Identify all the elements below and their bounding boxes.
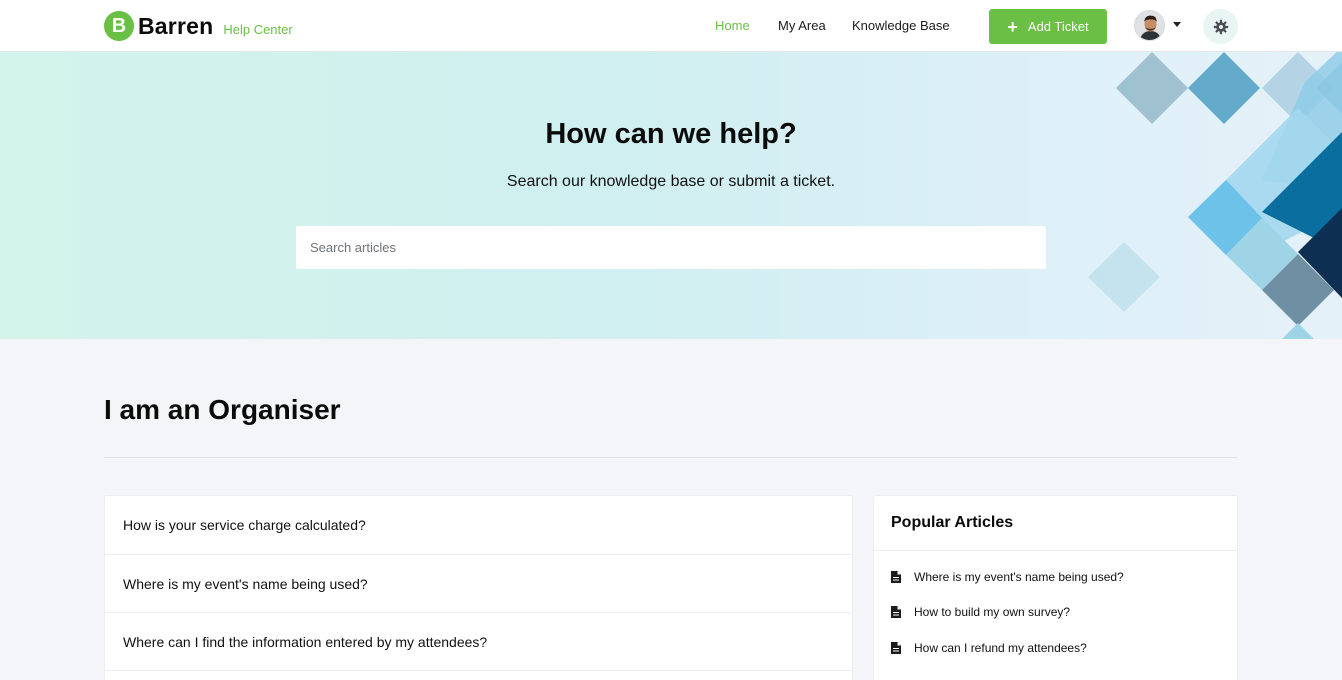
hero-title: How can we help? <box>545 118 797 150</box>
brand-logo[interactable]: B Barren Help Center <box>104 11 293 41</box>
popular-article-link[interactable]: How to build my own survey? <box>891 605 1070 619</box>
add-ticket-button[interactable]: + Add Ticket <box>989 9 1107 44</box>
plus-icon: + <box>1007 16 1018 37</box>
faq-list: How is your service charge calculated? W… <box>104 495 853 680</box>
faq-item[interactable]: Where is my event's name being used? <box>105 555 852 613</box>
document-icon <box>891 642 901 654</box>
logo-badge-icon: B <box>104 11 134 41</box>
popular-divider <box>874 550 1237 551</box>
document-icon <box>891 606 901 618</box>
nav-home[interactable]: Home <box>715 18 750 33</box>
user-avatar[interactable] <box>1134 10 1165 41</box>
popular-articles-card: Popular Articles Where is my event's nam… <box>873 495 1238 680</box>
hero-banner: How can we help? Search our knowledge ba… <box>0 52 1342 339</box>
popular-article-label: How to build my own survey? <box>914 605 1071 619</box>
popular-article-link[interactable]: How can I refund my attendees? <box>891 641 1087 655</box>
avatar-image <box>1135 11 1164 40</box>
hero-subtitle: Search our knowledge base or submit a ti… <box>506 173 836 190</box>
section-divider <box>104 457 1238 458</box>
search-input[interactable] <box>296 226 1046 269</box>
nav-knowledge-base[interactable]: Knowledge Base <box>852 18 950 33</box>
settings-button[interactable] <box>1203 9 1238 44</box>
document-icon <box>891 571 901 583</box>
section-title: I am an Organiser <box>104 394 341 425</box>
add-ticket-label: Add Ticket <box>1027 19 1089 34</box>
popular-articles-title: Popular Articles <box>891 514 1014 531</box>
faq-item[interactable]: How is your service charge calculated? <box>105 496 852 555</box>
brand-name: Barren <box>138 12 214 39</box>
popular-article-link[interactable]: Where is my event's name being used? <box>891 570 1124 584</box>
top-header: B Barren Help Center Home My Area Knowle… <box>0 0 1342 52</box>
brand-subtitle: Help Center <box>223 21 293 37</box>
chevron-down-icon[interactable] <box>1173 22 1181 27</box>
nav-my-area[interactable]: My Area <box>778 18 826 33</box>
popular-article-label: How can I refund my attendees? <box>914 641 1087 655</box>
gear-icon <box>1213 19 1228 34</box>
popular-article-label: Where is my event's name being used? <box>914 570 1124 584</box>
faq-item[interactable]: Where can I find the information entered… <box>105 613 852 671</box>
decorative-diamonds <box>1088 52 1342 339</box>
